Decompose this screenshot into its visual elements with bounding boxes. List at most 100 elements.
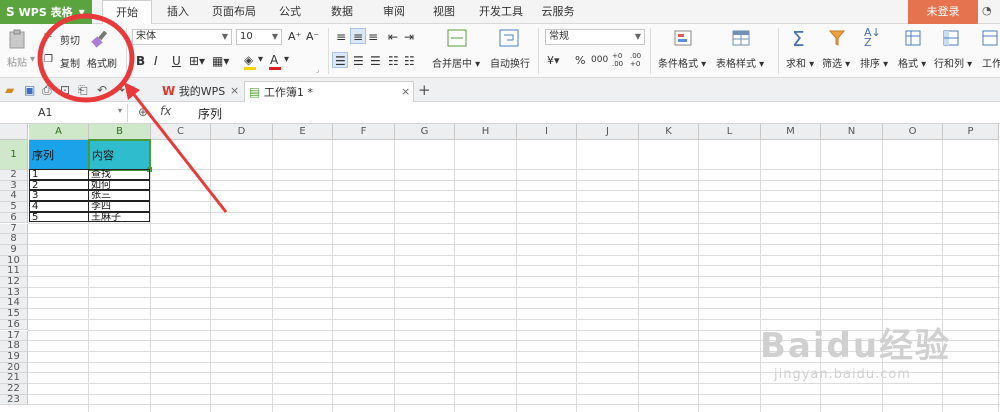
tab-insert[interactable]: 插入 <box>158 0 198 24</box>
wrap-text-icon[interactable] <box>498 28 520 48</box>
row-header-9[interactable]: 9 <box>0 244 28 256</box>
cell-style-icon[interactable]: ▦▾ <box>212 54 229 68</box>
paste-dropdown-icon[interactable]: ▾ <box>30 54 35 65</box>
cell-b5[interactable]: 李四 <box>88 201 150 212</box>
name-box[interactable]: A1 <box>2 104 128 122</box>
font-size-select[interactable]: 10 ▼ <box>236 29 282 45</box>
format-button[interactable]: 格式 ▾ <box>898 55 926 70</box>
tab-view[interactable]: 视图 <box>424 0 464 24</box>
border-icon[interactable]: ⊞▾ <box>189 54 205 68</box>
doc-tab-mywps[interactable]: W 我的WPS × <box>158 81 240 102</box>
column-header-l[interactable]: L <box>699 124 761 140</box>
align-right-icon[interactable]: ☰ <box>370 54 381 68</box>
bold-button[interactable]: B <box>136 54 145 68</box>
cell-a6[interactable]: 5 <box>29 211 89 223</box>
table-style-button[interactable]: 表格样式 ▾ <box>716 55 764 70</box>
zoom-icon[interactable]: ⊕ <box>138 105 148 119</box>
app-menu-button[interactable]: S WPS 表格 ▼ <box>0 0 92 24</box>
cell-b3[interactable]: 如何 <box>88 179 150 191</box>
sort-icon[interactable]: A↓ Z <box>864 27 881 48</box>
row-header-6[interactable]: 6 <box>0 212 28 224</box>
shrink-font-icon[interactable]: A⁻ <box>306 30 319 43</box>
paste-icon[interactable] <box>6 28 28 50</box>
close-icon[interactable]: × <box>401 82 410 102</box>
decrease-indent-icon[interactable]: ⇤ <box>388 30 398 44</box>
save-icon[interactable]: ▣ <box>24 83 35 97</box>
currency-icon[interactable]: ¥▾ <box>547 54 560 67</box>
row-header-1[interactable]: 1 <box>0 140 28 170</box>
percent-button[interactable]: % <box>575 54 585 67</box>
table-style-icon[interactable] <box>730 28 752 48</box>
paste-button[interactable]: 粘贴 <box>7 54 27 69</box>
row-header-19[interactable]: 19 <box>0 351 28 363</box>
tab-developer[interactable]: 开发工具 <box>476 0 526 24</box>
column-header-m[interactable]: M <box>761 124 821 140</box>
tab-home[interactable]: 开始 <box>102 0 152 24</box>
conditional-format-button[interactable]: 条件格式 ▾ <box>658 55 706 70</box>
format-icon[interactable] <box>902 28 924 48</box>
column-header-b[interactable]: B <box>89 124 151 140</box>
underline-button[interactable]: U <box>172 54 181 68</box>
wrap-text-button[interactable]: 自动换行 <box>490 55 530 70</box>
merge-center-button[interactable]: 合并居中 ▾ <box>432 55 480 70</box>
number-format-select[interactable]: 常规 ▼ <box>545 29 645 45</box>
column-header-a[interactable]: A <box>29 124 89 140</box>
undo-icon[interactable]: ↶ <box>97 83 107 97</box>
column-header-d[interactable]: D <box>211 124 273 140</box>
column-header-k[interactable]: K <box>639 124 699 140</box>
merge-center-icon[interactable] <box>446 28 468 48</box>
cell-b6[interactable]: 王麻子 <box>88 211 150 223</box>
chevron-down-icon[interactable]: ▾ <box>130 84 135 94</box>
comma-style-button[interactable]: 000 <box>591 55 608 65</box>
print-icon[interactable]: ⎙ <box>42 83 52 98</box>
justify-icon[interactable]: ☷ <box>388 54 399 68</box>
copy-icon[interactable]: ❐ <box>44 54 53 65</box>
font-name-select[interactable]: 宋体 ▼ <box>132 29 232 45</box>
row-col-icon[interactable] <box>940 28 962 48</box>
font-dialog-icon[interactable]: ⌟ <box>316 66 319 74</box>
cut-button[interactable]: 剪切 <box>60 32 80 47</box>
column-header-o[interactable]: O <box>883 124 943 140</box>
tab-page-layout[interactable]: 页面布局 <box>206 0 262 24</box>
worksheet-icon[interactable] <box>980 28 1000 48</box>
cell-a5[interactable]: 4 <box>29 201 89 212</box>
tab-cloud[interactable]: 云服务 <box>536 0 580 24</box>
print-preview-icon[interactable]: ⊡ <box>60 83 70 97</box>
row-col-button[interactable]: 行和列 ▾ <box>934 55 972 70</box>
select-all-corner[interactable] <box>0 124 28 140</box>
tab-review[interactable]: 审阅 <box>374 0 414 24</box>
align-bottom-icon[interactable]: ≡ <box>368 30 378 44</box>
open-folder-icon[interactable]: ▰ <box>5 83 14 97</box>
conditional-format-icon[interactable] <box>672 28 694 48</box>
column-header-p[interactable]: P <box>943 124 999 140</box>
new-tab-icon[interactable]: + <box>418 81 431 99</box>
column-header-g[interactable]: G <box>395 124 455 140</box>
row-header-16[interactable]: 16 <box>0 319 28 331</box>
cell-a1[interactable]: 序列 <box>30 147 88 163</box>
align-top-icon[interactable]: ≡ <box>336 30 346 44</box>
function-icon[interactable]: fx <box>160 104 171 118</box>
login-button[interactable]: 未登录 <box>908 0 978 24</box>
increase-decimal-icon[interactable]: +0.00 <box>612 52 623 68</box>
italic-button[interactable]: I <box>154 54 158 68</box>
close-icon[interactable]: × <box>230 81 239 101</box>
column-header-i[interactable]: I <box>517 124 577 140</box>
format-painter-icon[interactable] <box>88 28 112 50</box>
column-header-f[interactable]: F <box>333 124 395 140</box>
export-pdf-icon[interactable]: ⎗ <box>78 83 88 98</box>
filter-button[interactable]: 筛选 ▾ <box>822 55 850 70</box>
align-center-icon[interactable]: ☰ <box>353 54 364 68</box>
redo-icon[interactable]: ↷ <box>115 83 125 97</box>
grow-font-icon[interactable]: A⁺ <box>288 30 301 43</box>
cell-a3[interactable]: 2 <box>29 179 89 191</box>
increase-indent-icon[interactable]: ⇥ <box>404 30 414 44</box>
tab-formulas[interactable]: 公式 <box>270 0 310 24</box>
column-header-e[interactable]: E <box>273 124 333 140</box>
fill-color-icon[interactable]: ◈ <box>244 53 253 67</box>
font-color-icon[interactable]: A <box>270 53 278 67</box>
chevron-down-icon[interactable]: ▾ <box>118 106 122 115</box>
sort-button[interactable]: 排序 ▾ <box>860 55 888 70</box>
column-header-j[interactable]: J <box>577 124 639 140</box>
row-header-23[interactable]: 23 <box>0 394 28 406</box>
column-header-n[interactable]: N <box>821 124 883 140</box>
